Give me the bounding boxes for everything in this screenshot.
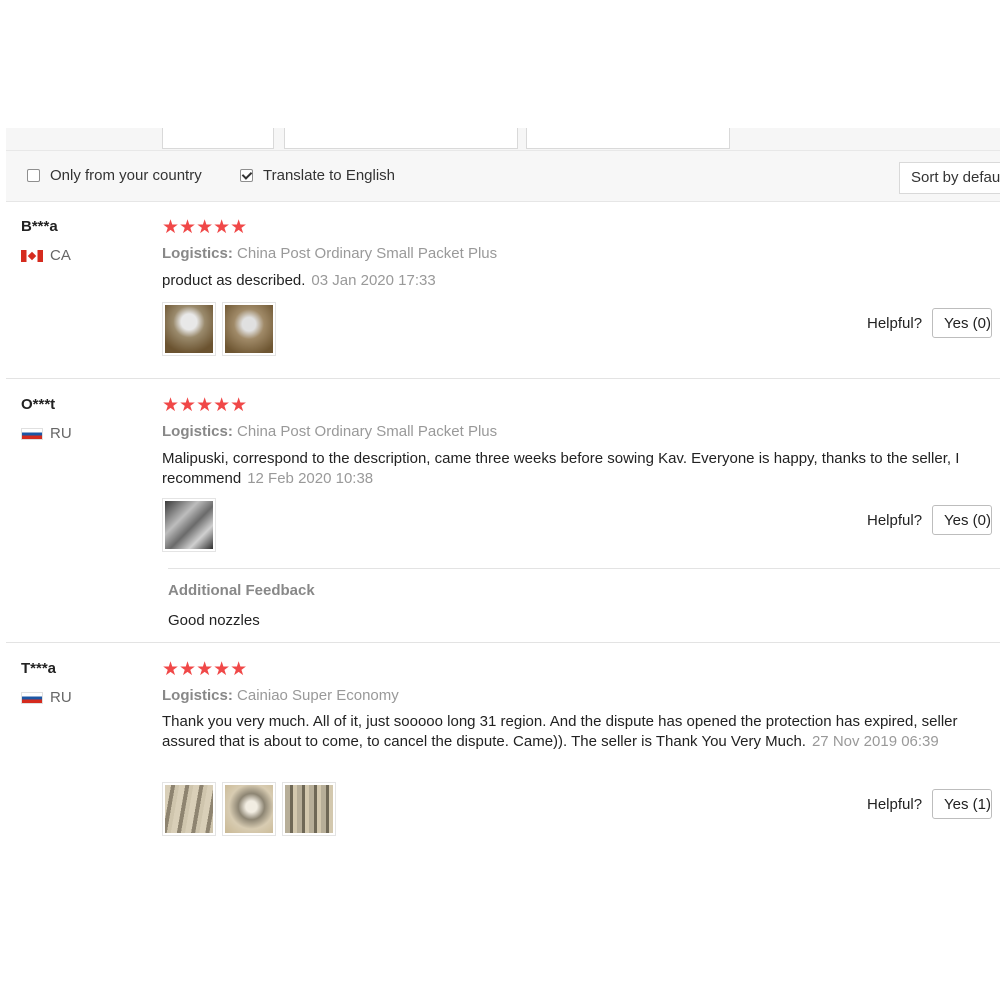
helpful-section: Helpful? Yes (0) (867, 308, 993, 338)
review-text: product as described. 03 Jan 2020 17:33 (162, 271, 977, 291)
helpful-yes-button[interactable]: Yes (0) (932, 308, 993, 338)
russia-flag-icon (21, 427, 43, 440)
reviewer-name: O***t (21, 396, 56, 413)
logistics-info: Logistics: China Post Ordinary Small Pac… (162, 423, 497, 440)
review-text: Malipuski, correspond to the description… (162, 449, 977, 489)
helpful-label: Helpful? (867, 314, 923, 332)
additional-feedback-title: Additional Feedback (168, 582, 315, 599)
country-code: RU (50, 425, 72, 442)
additional-feedback-divider (168, 568, 1000, 569)
helpful-section: Helpful? Yes (1) (867, 789, 993, 819)
reviewer-country: RU (21, 689, 72, 706)
country-code: RU (50, 689, 72, 706)
star-rating: ★★★★★ (162, 217, 248, 238)
review-photo-thumbnail[interactable] (222, 782, 276, 836)
review-date: 27 Nov 2019 06:39 (811, 733, 939, 750)
additional-feedback-text: Good nozzles (168, 612, 260, 629)
helpful-yes-button[interactable]: Yes (1) (932, 789, 993, 819)
reviewer-country: RU (21, 425, 72, 442)
review-divider (6, 642, 1000, 643)
checkbox-box[interactable] (27, 169, 40, 182)
filter-select[interactable] (284, 128, 518, 149)
review-filter-bar: Only from your country Translate to Engl… (6, 151, 1000, 202)
top-filter-strip (6, 128, 1000, 151)
review-divider (6, 378, 1000, 379)
logistics-info: Logistics: Cainiao Super Economy (162, 687, 399, 704)
reviewer-name: B***a (21, 218, 58, 235)
star-rating: ★★★★★ (162, 659, 248, 680)
logistics-label: Logistics: (162, 245, 233, 262)
translate-label: Translate to English (263, 167, 396, 184)
logistics-label: Logistics: (162, 423, 233, 440)
logistics-info: Logistics: China Post Ordinary Small Pac… (162, 245, 497, 262)
logistics-value: China Post Ordinary Small Packet Plus (237, 423, 498, 440)
russia-flag-icon (21, 691, 43, 704)
review-photo-thumbnail[interactable] (222, 302, 276, 356)
review-photo-thumbnail[interactable] (162, 782, 216, 836)
helpful-label: Helpful? (867, 511, 923, 529)
logistics-value: China Post Ordinary Small Packet Plus (237, 245, 498, 262)
review-photo-thumbnail[interactable] (162, 498, 216, 552)
translate-checkbox[interactable]: Translate to English (240, 167, 395, 184)
review-date: 03 Jan 2020 17:33 (311, 272, 436, 289)
filter-select[interactable] (162, 128, 274, 149)
review-date: 12 Feb 2020 10:38 (247, 470, 374, 487)
review-photos (162, 782, 336, 836)
helpful-label: Helpful? (867, 795, 923, 813)
reviewer-country: CA (21, 247, 71, 264)
sort-select[interactable]: Sort by default (899, 162, 1000, 194)
helpful-yes-button[interactable]: Yes (0) (932, 505, 993, 535)
review-photo-thumbnail[interactable] (282, 782, 336, 836)
star-rating: ★★★★★ (162, 395, 248, 416)
only-country-checkbox[interactable]: Only from your country (27, 167, 202, 184)
logistics-label: Logistics: (162, 687, 233, 704)
logistics-value: Cainiao Super Economy (237, 687, 399, 704)
filter-select[interactable] (526, 128, 730, 149)
helpful-section: Helpful? Yes (0) (867, 505, 993, 535)
country-code: CA (50, 247, 71, 264)
checkbox-box-checked[interactable] (240, 169, 253, 182)
review-photo-thumbnail[interactable] (162, 302, 216, 356)
review-text: Thank you very much. All of it, just soo… (162, 712, 977, 752)
review-photos (162, 498, 216, 552)
reviewer-name: T***a (21, 660, 57, 677)
only-country-label: Only from your country (50, 167, 202, 184)
review-photos (162, 302, 276, 356)
canada-flag-icon (21, 249, 43, 262)
review-body: product as described. (162, 272, 306, 289)
